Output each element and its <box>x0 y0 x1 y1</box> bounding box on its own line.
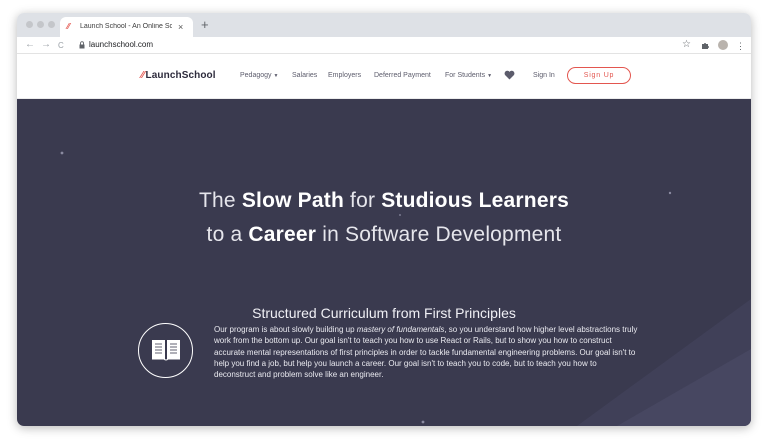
tab-strip: ⁄⁄ Launch School - An Online Sc × + <box>17 13 751 37</box>
tab-close-icon[interactable]: × <box>178 21 183 33</box>
back-icon[interactable]: ← <box>25 39 35 51</box>
nav-deferred-payment[interactable]: Deferred Payment <box>374 72 431 79</box>
puzzle-icon[interactable] <box>701 41 710 50</box>
hero-section: The Slow Path for Studious Learners to a… <box>17 99 751 426</box>
site-header: ⁄⁄LaunchSchool Pedagogy ▼ Salaries Employ… <box>17 54 751 99</box>
new-tab-button[interactable]: + <box>201 18 209 32</box>
launch-school-favicon-icon: ⁄⁄ <box>67 22 70 31</box>
forward-icon[interactable]: → <box>41 39 51 51</box>
heart-icon[interactable] <box>504 70 515 80</box>
chevron-down-icon: ▼ <box>487 73 493 79</box>
curriculum-description: Our program is about slowly building up … <box>214 325 638 380</box>
nav-salaries[interactable]: Salaries <box>292 72 317 79</box>
nav-for-students[interactable]: For Students ▼ <box>445 72 492 79</box>
close-window-button[interactable] <box>26 21 33 28</box>
browser-window: ⁄⁄ Launch School - An Online Sc × + ← → … <box>17 13 751 426</box>
nav-label: Pedagogy <box>240 72 272 79</box>
nav-pedagogy[interactable]: Pedagogy ▼ <box>240 72 278 79</box>
menu-icon[interactable]: ⋮ <box>736 40 745 52</box>
reload-icon[interactable]: C <box>58 40 64 52</box>
hero-title-line-2: to a Career in Software Development <box>206 223 562 246</box>
browser-toolbar: ← → C launchschool.com ☆ ⋮ <box>17 37 751 54</box>
logo-text: LaunchSchool <box>145 70 216 81</box>
nav-label: Deferred Payment <box>374 72 431 79</box>
book-icon <box>138 323 193 378</box>
logo-mark-icon: ⁄⁄ <box>141 70 145 81</box>
chevron-down-icon: ▼ <box>273 73 279 79</box>
launch-school-logo[interactable]: ⁄⁄LaunchSchool <box>141 70 216 81</box>
star-icon[interactable]: ☆ <box>682 39 691 51</box>
nav-label: Employers <box>328 72 362 79</box>
tab-title: Launch School - An Online Sc <box>80 23 172 30</box>
lock-icon <box>79 41 85 49</box>
browser-tab-launch-school[interactable]: ⁄⁄ Launch School - An Online Sc × <box>60 17 193 37</box>
minimize-window-button[interactable] <box>37 21 44 28</box>
hero-title-line-1: The Slow Path for Studious Learners <box>199 189 569 212</box>
nav-label: For Students <box>445 72 486 79</box>
address-bar[interactable]: launchschool.com <box>89 40 153 49</box>
nav-employers[interactable]: Employers <box>328 72 361 79</box>
section-subheading: Structured Curriculum from First Princip… <box>252 305 516 321</box>
nav-label: Salaries <box>292 72 318 79</box>
maximize-window-button[interactable] <box>48 21 55 28</box>
avatar[interactable] <box>718 40 728 50</box>
sign-in-link[interactable]: Sign In <box>533 72 555 79</box>
sign-up-button[interactable]: Sign Up <box>567 67 631 84</box>
